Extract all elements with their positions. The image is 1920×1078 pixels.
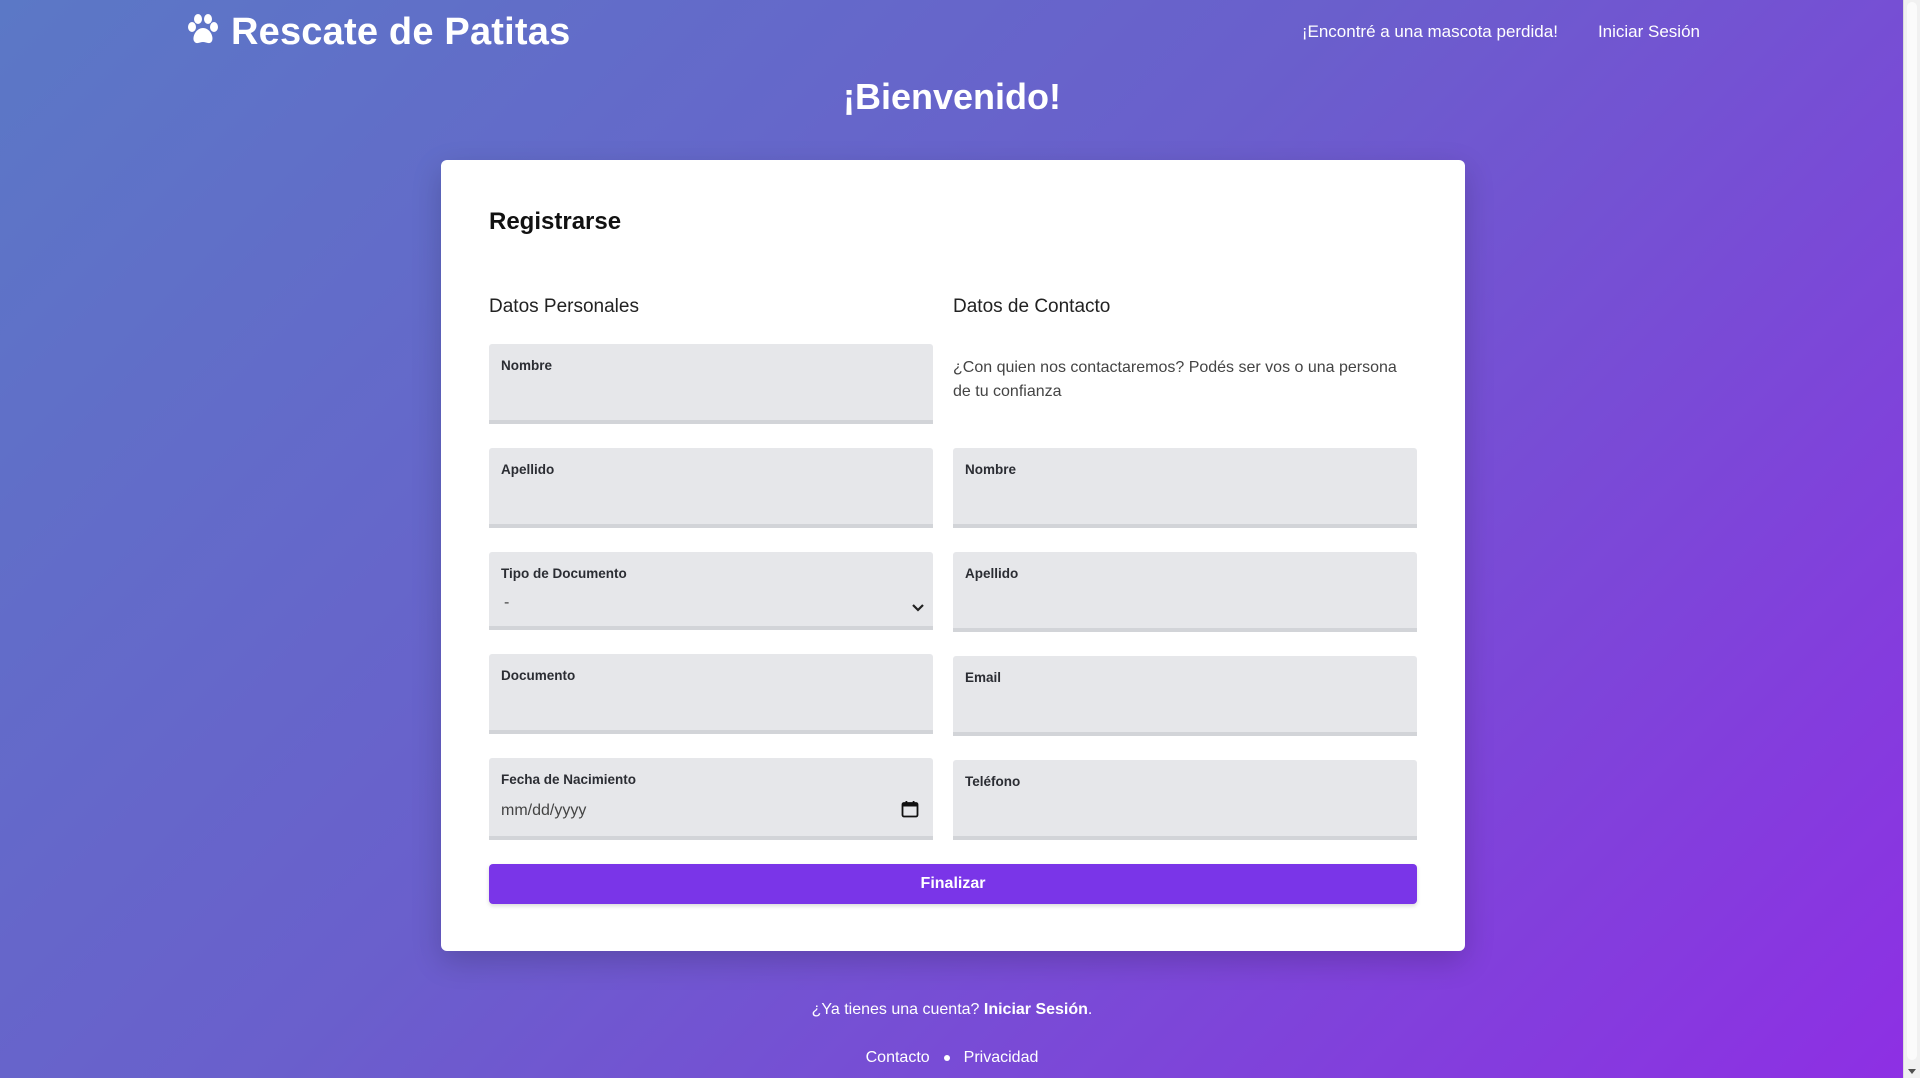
footer-privacidad-link[interactable]: Privacidad [964, 1049, 1039, 1067]
nav-links: ¡Encontré a una mascota perdida! Iniciar… [1302, 22, 1700, 42]
contact-section-title: Datos de Contacto [953, 296, 1111, 317]
fecha-nacimiento-label: Fecha de Nacimiento [501, 772, 637, 787]
personal-apellido-field[interactable]: Apellido [489, 448, 933, 528]
paw-icon [185, 12, 221, 53]
scroll-down-arrow-icon[interactable] [1908, 1069, 1916, 1074]
footer: Contacto Privacidad [0, 1049, 1904, 1067]
documento-label: Documento [501, 668, 576, 683]
register-card: Registrarse Datos Personales Datos de Co… [441, 160, 1465, 951]
contact-apellido-label: Apellido [965, 566, 1019, 581]
form-title: Registrarse [489, 208, 622, 235]
footer-contacto-link[interactable]: Contacto [866, 1049, 930, 1067]
have-account-text: ¿Ya tienes una cuenta? Iniciar Sesión. [0, 1001, 1904, 1019]
fecha-nacimiento-placeholder: mm/dd/yyyy [501, 802, 587, 819]
tipo-documento-value: - [504, 594, 510, 611]
welcome-heading: ¡Bienvenido! [842, 76, 1061, 117]
personal-apellido-label: Apellido [501, 462, 555, 477]
tipo-documento-label: Tipo de Documento [501, 566, 627, 581]
login-link[interactable]: Iniciar Sesión [1598, 22, 1700, 42]
telefono-label: Teléfono [965, 774, 1021, 789]
calendar-icon[interactable] [901, 800, 919, 818]
contact-nombre-label: Nombre [965, 462, 1017, 477]
brand-name: Rescate de Patitas [231, 10, 571, 53]
page: Rescate de Patitas ¡Encontré a una masco… [0, 0, 1904, 1078]
telefono-field[interactable]: Teléfono [953, 760, 1417, 840]
contact-nombre-field[interactable]: Nombre [953, 448, 1417, 528]
personal-nombre-label: Nombre [501, 358, 553, 373]
login-bottom-link[interactable]: Iniciar Sesión [984, 1001, 1088, 1018]
have-account-suffix: . [1087, 1001, 1093, 1018]
documento-field[interactable]: Documento [489, 654, 933, 734]
personal-nombre-field[interactable]: Nombre [489, 344, 933, 424]
found-pet-link[interactable]: ¡Encontré a una mascota perdida! [1302, 22, 1558, 42]
email-field[interactable]: Email [953, 656, 1417, 736]
chevron-down-icon [911, 600, 925, 612]
top-nav: Rescate de Patitas ¡Encontré a una masco… [185, 0, 1700, 64]
tipo-documento-select[interactable]: Tipo de Documento - [489, 552, 933, 630]
brand[interactable]: Rescate de Patitas [185, 11, 570, 54]
scrollbar[interactable] [1903, 0, 1920, 1078]
contact-apellido-field[interactable]: Apellido [953, 552, 1417, 632]
scrollbar-thumb[interactable] [1907, 2, 1917, 1060]
email-label: Email [965, 670, 1002, 685]
fecha-nacimiento-field[interactable]: Fecha de Nacimiento mm/dd/yyyy [489, 758, 933, 840]
have-account-prefix: ¿Ya tienes una cuenta? [811, 1001, 984, 1018]
footer-separator-dot [943, 1055, 950, 1061]
finalizar-button[interactable]: Finalizar [489, 864, 1417, 904]
personal-section-title: Datos Personales [489, 296, 639, 317]
contact-help-text: ¿Con quien nos contactaremos? Podés ser … [953, 359, 1397, 400]
